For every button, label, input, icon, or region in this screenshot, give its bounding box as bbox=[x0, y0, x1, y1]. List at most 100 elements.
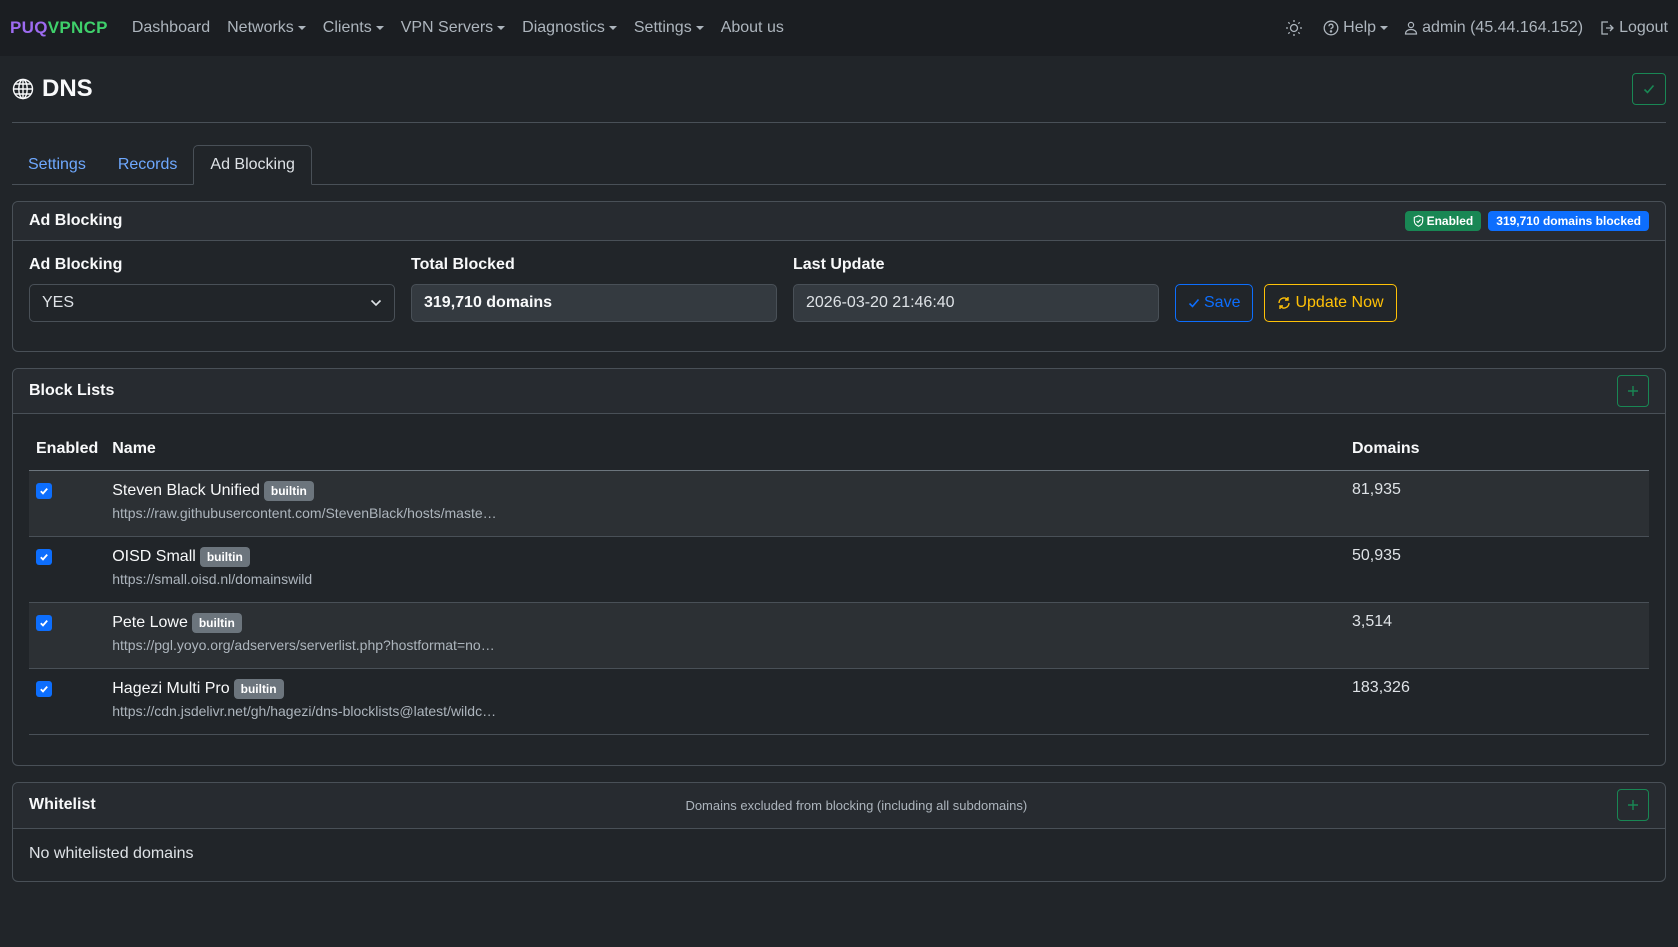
block-lists-table: Enabled Name Domains Steven Black Unifie… bbox=[29, 428, 1649, 735]
list-url: https://small.oisd.nl/domainswild bbox=[112, 570, 313, 587]
block-lists-card-header: Block Lists bbox=[13, 369, 1665, 414]
builtin-badge: builtin bbox=[191, 612, 242, 633]
enabled-cell bbox=[29, 470, 106, 537]
add-whitelist-button[interactable] bbox=[1616, 789, 1649, 821]
top-navbar: PUQVPNCP Dashboard Networks Clients VPN … bbox=[0, 0, 1678, 56]
user-menu[interactable]: admin (45.44.164.152) bbox=[1404, 19, 1583, 37]
save-button-label: Save bbox=[1204, 294, 1241, 311]
col-domains-header: Domains bbox=[1345, 428, 1649, 471]
domains-count: 50,935 bbox=[1352, 546, 1401, 564]
nav-about-us[interactable]: About us bbox=[721, 19, 784, 37]
enabled-checkbox[interactable] bbox=[36, 614, 52, 631]
theme-toggle[interactable] bbox=[1285, 19, 1307, 37]
nav-vpn-servers[interactable]: VPN Servers bbox=[400, 19, 506, 37]
nav-settings-label: Settings bbox=[633, 19, 692, 36]
ad-blocking-select[interactable]: YES bbox=[29, 284, 395, 322]
total-blocked-field: 319,710 domains bbox=[411, 284, 777, 322]
enabled-checkbox[interactable] bbox=[36, 482, 52, 499]
sun-icon bbox=[1285, 19, 1303, 37]
nav-settings[interactable]: Settings bbox=[634, 19, 704, 37]
tab-ad-blocking[interactable]: Ad Blocking bbox=[193, 145, 312, 185]
brand-logo[interactable]: PUQVPNCP bbox=[10, 18, 108, 38]
name-cell: Pete Lowe builtin https://pgl.yoyo.org/ad… bbox=[105, 602, 1345, 669]
ad-blocking-card: Ad Blocking Enabled 319,710 domains bloc… bbox=[12, 201, 1666, 352]
nav-clients[interactable]: Clients bbox=[323, 19, 384, 37]
builtin-badge: builtin bbox=[199, 546, 250, 567]
ad-blocking-select-value: YES bbox=[42, 294, 75, 311]
list-name: Hagezi Multi Pro builtin bbox=[112, 678, 1338, 699]
table-row: Pete Lowe builtin https://pgl.yoyo.org/ad… bbox=[29, 602, 1649, 669]
builtin-badge: builtin bbox=[233, 678, 284, 699]
block-lists-card: Block Lists Enabled Name Domains Steven … bbox=[12, 368, 1666, 766]
whitelist-card: Whitelist Domains excluded from blocking… bbox=[12, 781, 1666, 882]
name-cell: Steven Black Unified builtin https://raw.… bbox=[105, 470, 1345, 537]
block-lists-card-title: Block Lists bbox=[29, 382, 115, 399]
table-row: Hagezi Multi Pro builtin https://cdn.jsde… bbox=[29, 668, 1649, 735]
domains-cell: 50,935 bbox=[1345, 536, 1649, 603]
tab-records[interactable]: Records bbox=[102, 145, 194, 184]
name-cell: OISD Small builtin https://small.oisd.nl/… bbox=[105, 536, 1345, 603]
status-check-button[interactable] bbox=[1632, 73, 1666, 105]
update-now-label: Update Now bbox=[1295, 294, 1384, 311]
enabled-cell bbox=[29, 536, 106, 603]
domains-cell: 183,326 bbox=[1345, 668, 1649, 735]
last-update-field: 2026-03-20 21:46:40 bbox=[793, 284, 1159, 322]
checkmark-icon bbox=[40, 553, 48, 561]
checkmark-icon bbox=[40, 685, 48, 693]
refresh-icon bbox=[1278, 297, 1291, 309]
page-title-text: DNS bbox=[42, 75, 93, 102]
enabled-cell bbox=[29, 602, 106, 669]
save-button[interactable]: Save bbox=[1175, 284, 1254, 322]
shield-check-icon bbox=[1413, 215, 1423, 227]
total-blocked-field-group: Total Blocked 319,710 domains bbox=[411, 256, 777, 322]
whitelist-card-header: Whitelist Domains excluded from blocking… bbox=[13, 782, 1665, 829]
enabled-checkbox[interactable] bbox=[36, 680, 52, 697]
nav-networks-label: Networks bbox=[227, 19, 294, 36]
domains-cell: 81,935 bbox=[1345, 470, 1649, 537]
tab-settings[interactable]: Settings bbox=[12, 145, 102, 184]
status-badge-label: Enabled bbox=[1426, 214, 1474, 228]
caret-down-icon bbox=[608, 26, 617, 30]
list-name-text: Hagezi Multi Pro bbox=[112, 679, 230, 697]
checkmark-icon bbox=[40, 487, 48, 495]
ad-blocking-field-group: Ad Blocking YES bbox=[29, 256, 395, 322]
domains-count: 81,935 bbox=[1352, 480, 1401, 498]
whitelist-card-body: No whitelisted domains bbox=[13, 829, 1665, 881]
domains-count-badge: 319,710 domains blocked bbox=[1488, 211, 1649, 231]
list-name: Pete Lowe builtin bbox=[112, 612, 1338, 633]
page-content: DNS Settings Records Ad Blocking Ad Bloc… bbox=[0, 56, 1678, 882]
help-menu[interactable]: Help bbox=[1323, 19, 1389, 37]
table-row: OISD Small builtin https://small.oisd.nl/… bbox=[29, 536, 1649, 603]
plus-icon bbox=[1628, 386, 1638, 396]
enabled-checkbox[interactable] bbox=[36, 548, 52, 565]
dns-tabs: Settings Records Ad Blocking bbox=[12, 145, 1666, 185]
caret-down-icon bbox=[695, 26, 704, 30]
globe-icon bbox=[12, 78, 34, 100]
nav-networks[interactable]: Networks bbox=[227, 19, 306, 37]
plus-icon bbox=[1627, 800, 1638, 810]
nav-vpn-servers-label: VPN Servers bbox=[400, 19, 494, 36]
whitelist-subtitle: Domains excluded from blocking (includin… bbox=[685, 797, 1028, 813]
list-url: https://raw.githubusercontent.com/Steven… bbox=[112, 504, 497, 521]
check-icon bbox=[1643, 84, 1655, 94]
page-title: DNS bbox=[12, 75, 93, 103]
ad-blocking-card-body: Ad Blocking YES Total Blocked 319,710 do… bbox=[13, 241, 1665, 351]
help-label: Help bbox=[1343, 19, 1377, 36]
table-row: Steven Black Unified builtin https://raw.… bbox=[29, 470, 1649, 537]
last-update-field-group: Last Update 2026-03-20 21:46:40 bbox=[793, 256, 1159, 322]
whitelist-empty-text: No whitelisted domains bbox=[29, 844, 194, 862]
ad-blocking-select-label: Ad Blocking bbox=[29, 256, 123, 273]
page-header: DNS bbox=[12, 56, 1666, 123]
check-icon bbox=[1188, 298, 1200, 308]
logout-link[interactable]: Logout bbox=[1599, 19, 1668, 37]
nav-dashboard[interactable]: Dashboard bbox=[132, 19, 210, 37]
nav-diagnostics[interactable]: Diagnostics bbox=[522, 19, 617, 37]
add-block-list-button[interactable] bbox=[1617, 375, 1649, 407]
ad-blocking-form: Ad Blocking YES Total Blocked 319,710 do… bbox=[29, 256, 1649, 322]
update-now-button[interactable]: Update Now bbox=[1264, 284, 1397, 322]
list-url: https://cdn.jsdelivr.net/gh/hagezi/dns-b… bbox=[112, 702, 497, 719]
person-icon bbox=[1404, 21, 1418, 35]
nav-clients-label: Clients bbox=[322, 19, 372, 36]
status-badge: Enabled bbox=[1404, 211, 1482, 231]
enabled-cell bbox=[29, 668, 106, 735]
